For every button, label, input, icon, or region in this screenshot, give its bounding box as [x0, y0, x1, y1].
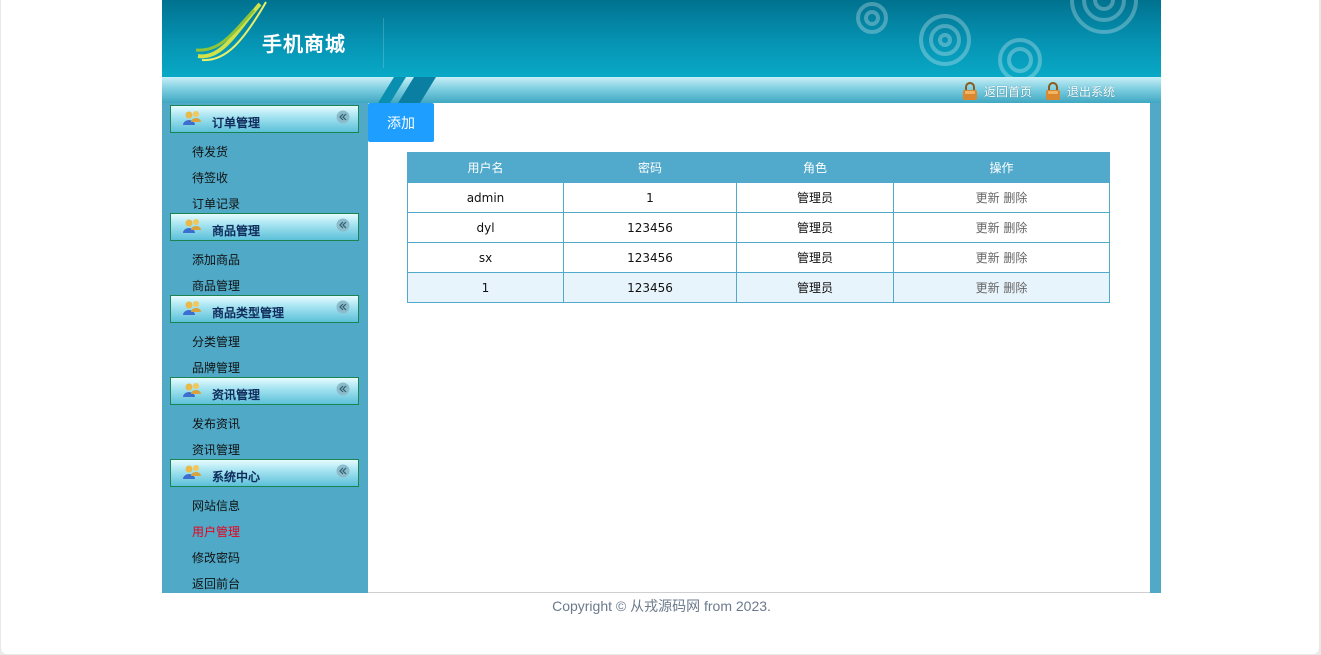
cell-password: 123456	[563, 242, 737, 273]
sidebar-group-orders[interactable]: 订单管理	[170, 105, 359, 133]
sidebar-item-user-management[interactable]: 用户管理	[192, 524, 240, 540]
collapse-icon	[336, 464, 350, 478]
sidebar-item-publish-news[interactable]: 发布资讯	[192, 416, 240, 432]
collapse-icon	[336, 382, 350, 396]
header-banner: 手机商城	[162, 0, 1161, 77]
logout-link[interactable]: 退出系统	[1045, 82, 1115, 100]
collapse-icon	[336, 300, 350, 314]
table-row: admin 1 管理员 更新 删除	[407, 182, 1110, 213]
table-row: dyl 123456 管理员 更新 删除	[407, 212, 1110, 243]
column-header-actions: 操作	[893, 152, 1110, 183]
return-home-label: 返回首页	[984, 84, 1033, 99]
users-icon	[183, 383, 201, 397]
update-link[interactable]: 更新	[976, 221, 1000, 235]
return-home-link[interactable]: 返回首页	[962, 82, 1032, 100]
sidebar-item-pending-receipt[interactable]: 待签收	[192, 170, 228, 186]
cell-role: 管理员	[736, 242, 894, 273]
sidebar-item-add-product[interactable]: 添加商品	[192, 252, 240, 268]
delete-link[interactable]: 删除	[1003, 221, 1027, 235]
cell-actions: 更新 删除	[893, 242, 1110, 273]
decorative-rings-icon	[856, 0, 1138, 77]
cell-actions: 更新 删除	[893, 212, 1110, 243]
sidebar-group-product-types[interactable]: 商品类型管理	[170, 295, 359, 323]
cell-password: 1	[563, 182, 737, 213]
lock-icon	[1046, 82, 1060, 100]
cell-username: sx	[407, 242, 564, 273]
add-button[interactable]: 添加	[368, 103, 434, 142]
sidebar-item-order-history[interactable]: 订单记录	[192, 196, 240, 212]
cell-role: 管理员	[736, 272, 894, 303]
sidebar-group-label: 系统中心	[212, 469, 261, 484]
update-link[interactable]: 更新	[976, 281, 1000, 295]
cell-username: admin	[407, 182, 564, 213]
sidebar-item-change-password[interactable]: 修改密码	[192, 550, 240, 566]
right-border	[1150, 103, 1161, 593]
user-table: 用户名 密码 角色 操作 admin 1 管理员 更新 删除 dyl 12345…	[407, 152, 1110, 303]
column-header-password: 密码	[563, 152, 737, 183]
sidebar-group-label: 资讯管理	[212, 387, 261, 402]
sidebar-group-label: 商品类型管理	[212, 305, 285, 320]
table-header-row: 用户名 密码 角色 操作	[407, 152, 1110, 183]
delete-link[interactable]: 删除	[1003, 191, 1027, 205]
admin-app: 手机商城 返回首页 退出系统 订单管理 待发货 待签收 订单记录 商品管理 添加…	[162, 0, 1161, 593]
table-row: 1 123456 管理员 更新 删除	[407, 272, 1110, 303]
sidebar-group-system[interactable]: 系统中心	[170, 459, 359, 487]
collapse-icon	[336, 110, 350, 124]
sidebar-item-product-management[interactable]: 商品管理	[192, 278, 240, 294]
sidebar-group-label: 订单管理	[212, 115, 261, 130]
column-header-username: 用户名	[407, 152, 564, 183]
cell-actions: 更新 删除	[893, 272, 1110, 303]
users-icon	[183, 219, 201, 233]
nav-strip: 返回首页 退出系统	[162, 77, 1161, 103]
sidebar-item-site-info[interactable]: 网站信息	[192, 498, 240, 514]
users-icon	[183, 111, 201, 125]
sidebar-item-brand-management[interactable]: 品牌管理	[192, 360, 240, 376]
users-icon	[183, 301, 201, 315]
delete-link[interactable]: 删除	[1003, 281, 1027, 295]
cell-password: 123456	[563, 272, 737, 303]
sidebar-group-news[interactable]: 资讯管理	[170, 377, 359, 405]
update-link[interactable]: 更新	[976, 191, 1000, 205]
users-icon	[183, 465, 201, 479]
cell-password: 123456	[563, 212, 737, 243]
footer-copyright: Copyright © 从戎源码网 from 2023.	[552, 598, 771, 614]
main-content: 添加 用户名 密码 角色 操作 admin 1 管理员 更新 删除 dyl 12…	[368, 103, 1150, 593]
sidebar-item-category-management[interactable]: 分类管理	[192, 334, 240, 350]
cell-username: 1	[407, 272, 564, 303]
header-divider	[383, 18, 384, 68]
sidebar-item-news-management[interactable]: 资讯管理	[192, 442, 240, 458]
logo-swoosh-icon	[195, 1, 267, 62]
lock-icon	[963, 82, 977, 100]
table-row: sx 123456 管理员 更新 删除	[407, 242, 1110, 273]
sidebar: 订单管理 待发货 待签收 订单记录 商品管理 添加商品 商品管理 商品类型管理 …	[162, 103, 368, 593]
cell-role: 管理员	[736, 212, 894, 243]
collapse-icon	[336, 218, 350, 232]
sidebar-group-label: 商品管理	[212, 223, 261, 238]
update-link[interactable]: 更新	[976, 251, 1000, 265]
sidebar-group-products[interactable]: 商品管理	[170, 213, 359, 241]
sidebar-item-back-to-frontend[interactable]: 返回前台	[192, 576, 240, 592]
delete-link[interactable]: 删除	[1003, 251, 1027, 265]
logo-text: 手机商城	[262, 32, 346, 56]
cell-role: 管理员	[736, 182, 894, 213]
stripe-decoration	[378, 77, 436, 103]
logout-label: 退出系统	[1067, 84, 1116, 99]
cell-actions: 更新 删除	[893, 182, 1110, 213]
sidebar-item-pending-shipment[interactable]: 待发货	[192, 144, 228, 160]
column-header-role: 角色	[736, 152, 894, 183]
cell-username: dyl	[407, 212, 564, 243]
